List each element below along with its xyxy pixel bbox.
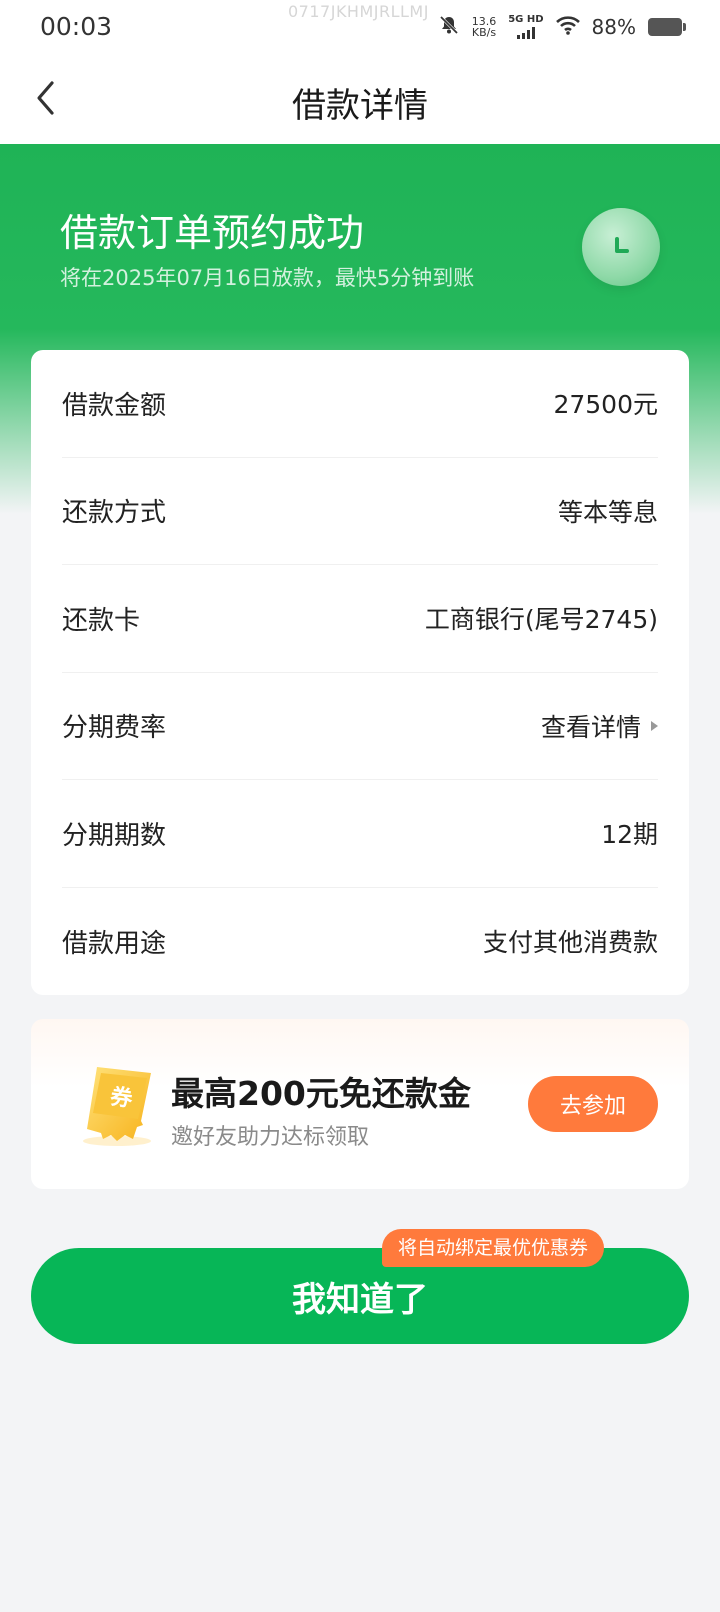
mute-bell-icon	[438, 14, 460, 40]
coupon-char: 券	[108, 1083, 135, 1112]
detail-value: 等本等息	[557, 497, 658, 527]
detail-row-repayment-method: 还款方式 等本等息	[62, 458, 658, 565]
hero-subtitle: 将在2025年07月16日放款，最快5分钟到账	[60, 266, 475, 290]
detail-row-installments: 分期期数 12期	[62, 780, 658, 888]
join-button[interactable]: 去参加	[528, 1076, 658, 1132]
detail-label: 分期期数	[62, 820, 167, 851]
battery-percent: 88%	[591, 15, 636, 39]
loan-details-card: 借款金额 27500元 还款方式 等本等息 还款卡 工商银行(尾号2745) 分…	[31, 350, 689, 995]
net-speed-unit: KB/s	[471, 26, 497, 39]
detail-value: 查看详情	[540, 712, 641, 742]
page-title: 借款详情	[292, 86, 428, 126]
clock-icon	[582, 208, 660, 286]
detail-value: 27500元	[553, 390, 658, 420]
net-speed: 13.6 KB/s	[472, 16, 497, 38]
detail-value: 12期	[601, 820, 658, 850]
signal-bars-icon	[516, 27, 535, 39]
detail-row-amount: 借款金额 27500元	[62, 350, 658, 458]
detail-row-repayment-card: 还款卡 工商银行(尾号2745)	[62, 565, 658, 673]
promo-subtitle: 邀好友助力达标领取	[171, 1125, 370, 1150]
promo-card: 券 最高200元免还款金 邀好友助力达标领取 去参加	[31, 1019, 689, 1189]
detail-value: 工商银行(尾号2745)	[424, 605, 658, 635]
status-bar: 00:03 0717JKHMJRLLMJ 13.6 KB/s 5G HD 88%	[0, 0, 720, 56]
status-time: 00:03	[40, 12, 113, 41]
detail-label: 分期费率	[62, 713, 167, 744]
detail-value: 支付其他消费款	[482, 928, 658, 958]
coupon-icon: 券	[67, 1061, 167, 1149]
signal-indicator: 5G HD	[508, 14, 544, 39]
nav-bar: 借款详情	[0, 56, 720, 144]
status-watermark: 0717JKHMJRLLMJ	[288, 2, 429, 21]
detail-label: 还款卡	[62, 605, 141, 636]
signal-label: 5G HD	[508, 14, 544, 25]
detail-label: 还款方式	[62, 498, 167, 529]
promo-title: 最高200元免还款金	[171, 1074, 471, 1113]
wifi-icon	[555, 15, 580, 39]
detail-row-installment-rate[interactable]: 分期费率 查看详情	[62, 673, 658, 780]
status-icons: 13.6 KB/s 5G HD 88%	[438, 14, 686, 40]
detail-label: 借款用途	[62, 928, 167, 959]
view-details-link[interactable]: 查看详情	[541, 708, 658, 744]
detail-row-purpose: 借款用途 支付其他消费款	[62, 888, 658, 996]
battery-icon	[648, 18, 686, 36]
coupon-tag: 将自动绑定最优优惠券	[382, 1229, 605, 1267]
detail-label: 借款金额	[62, 390, 167, 421]
hero-title: 借款订单预约成功	[60, 211, 365, 255]
caret-right-icon	[651, 720, 658, 731]
